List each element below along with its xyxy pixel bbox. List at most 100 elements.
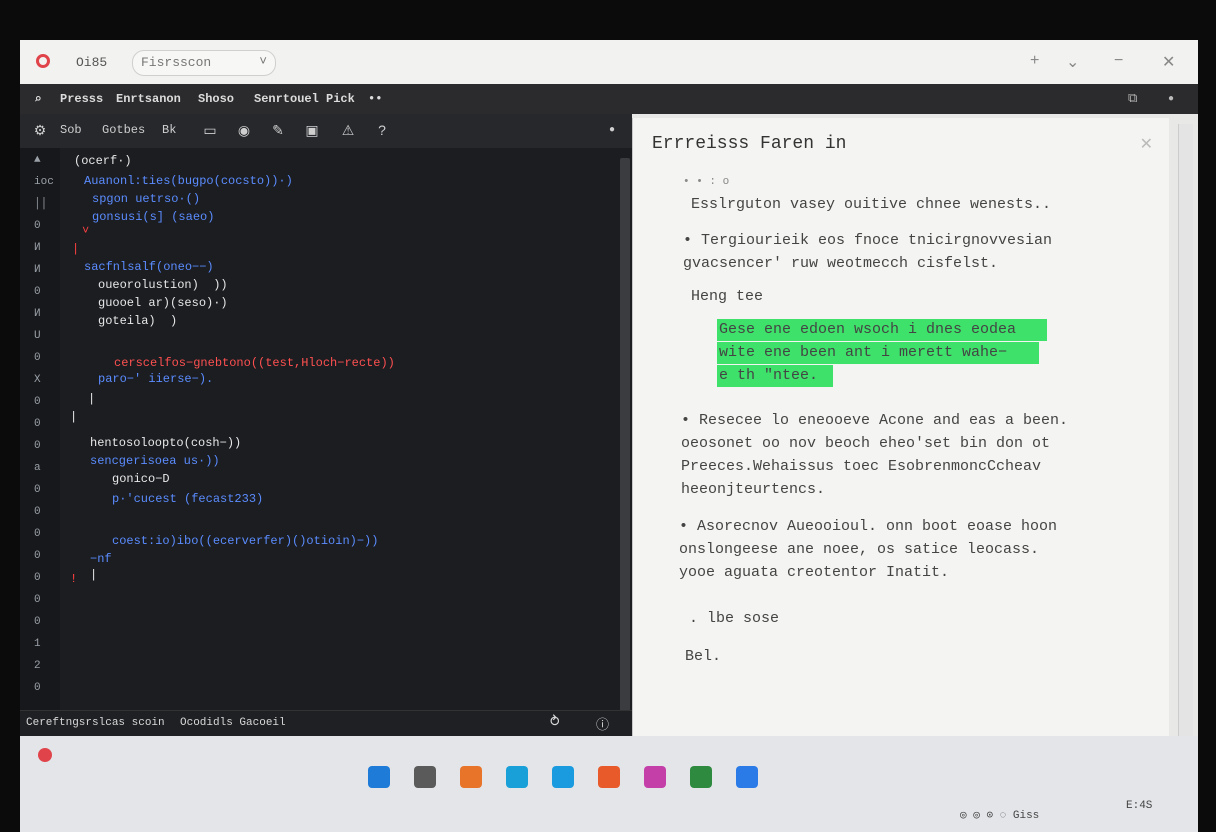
code-line: Auanonl:ties(bugpo(cocsto))·) (84, 174, 293, 188)
doc-text: • Tergiourieik eos fnoce tnicirgnovvesia… (683, 232, 1053, 249)
doc-text: oeosonet oo nov beoch eheo'set bin don o… (681, 435, 1051, 452)
code-line: | (90, 568, 98, 582)
chevron-down-icon: ˅ (259, 54, 267, 69)
photos-icon[interactable] (460, 766, 482, 788)
line-number: 0 (34, 550, 41, 562)
window-icon[interactable]: ▭ (202, 122, 218, 138)
code-line: sencgerisoea us·)) (90, 454, 220, 468)
dropdown-icon[interactable]: ⌄ (1066, 52, 1079, 72)
line-number: 2 (34, 660, 41, 672)
store-icon[interactable] (736, 766, 758, 788)
code-line: | (70, 410, 78, 424)
warning-icon[interactable]: ⚠ (340, 122, 356, 138)
window-title: Oi85 (76, 55, 108, 70)
close-icon[interactable]: ✕ (1140, 134, 1153, 154)
wave-icon[interactable]: ⥁ (550, 714, 560, 731)
record-button-icon[interactable]: ◉ (236, 122, 252, 138)
line-number: U (34, 330, 41, 342)
status-dot-icon: ● (608, 124, 616, 135)
doc-text: Esslrguton vasey ouitive chnee wenests.. (691, 196, 1052, 213)
home-icon[interactable] (598, 766, 620, 788)
line-number: 0 (34, 220, 41, 232)
line-number: 0 (34, 440, 41, 452)
line-number: 0 (34, 484, 41, 496)
doc-text: • Resecee lo eneooeve Acone and eas a be… (681, 412, 1069, 429)
doc-text: onslongeese ane noee, os satice leocass. (679, 541, 1040, 558)
menu-item-pick[interactable]: Pick (326, 92, 355, 106)
menu-item-presss[interactable]: Presss (60, 92, 103, 106)
code-line: oueorolustion) )) (98, 278, 228, 292)
close-window-icon[interactable]: ✕ (1162, 52, 1175, 72)
frame-icon[interactable]: ▣ (304, 122, 320, 138)
layout-icon[interactable]: ⧉ (1128, 90, 1137, 106)
doc-text: heeonjteurtencs. (681, 481, 826, 498)
code-line: | (88, 392, 96, 406)
doc-text: gvacsencer' ruw weotmecch cisfelst. (683, 255, 999, 272)
code-line: ! (70, 572, 78, 586)
doc-text: yooe aguata creotentor Inatit. (679, 564, 950, 581)
line-number: 0 (34, 396, 41, 408)
tab-label: Fisrsscon (141, 55, 212, 70)
toolbar-item-gotbes[interactable]: Gotbes (102, 123, 145, 137)
doc-text: Bel. (685, 648, 722, 665)
line-gutter: ▲ ioc ││ 0 И И 0 И U 0 X 0 0 0 a 0 0 0 0 0 0 0 1 2 0 (20, 148, 60, 742)
menu-item-senrtouel[interactable]: Senrtouel (254, 92, 319, 106)
line-number: ││ (34, 198, 48, 210)
minimize-icon[interactable]: − (1114, 52, 1123, 70)
line-number: X (34, 374, 41, 386)
record-indicator[interactable] (38, 748, 52, 762)
editor-scrollbar[interactable] (620, 158, 630, 718)
line-number: 0 (34, 572, 41, 584)
code-editor[interactable]: ⚙ Sob Gotbes Bk ▭ ◉ ✎ ▣ ⚠ ? ● ▲ ioc ││ 0 И И 0… (20, 114, 632, 742)
line-number: ioc (34, 176, 54, 188)
code-line: sacfnlsalf(oneo−−) (84, 260, 214, 274)
line-number: 0 (34, 594, 41, 606)
notes-icon[interactable] (690, 766, 712, 788)
line-number: ▲ (34, 154, 41, 166)
media-icon[interactable] (644, 766, 666, 788)
code-line: −nf (90, 552, 112, 566)
help-icon[interactable]: ? (374, 122, 390, 138)
desktop-icon[interactable] (368, 766, 390, 788)
code-area[interactable]: (ocerf·) Auanonl:ties(bugpo(cocsto))·) spg… (60, 148, 610, 742)
taskbar: ◎ ◎ ⊙ ◌ Giss E:4S (20, 736, 1198, 832)
code-line: coest:io)ibo((ecerverfer)()otioin)−)) (112, 534, 379, 548)
add-icon[interactable]: + (1030, 52, 1039, 70)
highlighted-text: Gese ene edoen wsoch i dnes eodea (719, 321, 1017, 338)
info-icon[interactable]: ⓘ (596, 714, 609, 733)
code-line: (ocerf·) (74, 154, 132, 168)
terminal-icon[interactable] (414, 766, 436, 788)
search-icon[interactable]: ⌕ (34, 92, 42, 107)
menu-item-enrtsanon[interactable]: Enrtsanon (116, 92, 181, 106)
menu-item-shoso[interactable]: Shoso (198, 92, 234, 106)
doc-text: Preeces.Wehaissus toec EsobrenmoncCcheav (681, 458, 1042, 475)
line-number: 0 (34, 418, 41, 430)
messages-icon[interactable] (506, 766, 528, 788)
line-number: 0 (34, 616, 41, 628)
record-icon[interactable]: ● (1168, 93, 1174, 104)
settings-icon[interactable]: ⚙ (32, 122, 48, 138)
doc-text: • Asorecnov Aueooioul. onn boot eoase ho… (679, 518, 1058, 535)
system-tray[interactable]: ◎ ◎ ⊙ ◌ Giss (960, 808, 1039, 822)
docs-scrollbar[interactable] (1178, 124, 1193, 788)
code-line: hentosoloopto(cosh−)) (90, 436, 242, 450)
code-line: goteila) ) (98, 314, 178, 328)
highlighted-text: e th "ntee. (719, 367, 819, 384)
code-line: gonico−D (112, 472, 170, 486)
menu-more-icon[interactable]: •• (368, 92, 382, 106)
pen-icon[interactable]: ✎ (270, 122, 286, 138)
line-number: И (34, 242, 41, 254)
code-line: | (72, 242, 80, 256)
clock[interactable]: E:4S (1126, 800, 1152, 812)
toolbar-item-bk[interactable]: Bk (162, 123, 176, 137)
camera-icon[interactable] (552, 766, 574, 788)
title-bar: Oi85 Fisrsscon ˅ + ⌄ − ✕ (20, 40, 1198, 85)
code-line: gonsusi(s] (saeo) (92, 210, 215, 224)
doc-text: • • : o (683, 176, 730, 188)
toolbar-item-sob[interactable]: Sob (60, 123, 82, 137)
line-number: 0 (34, 528, 41, 540)
line-number: И (34, 308, 41, 320)
tab-pill[interactable]: Fisrsscon ˅ (132, 50, 276, 76)
docs-panel: Errreisss Faren in ✕ • • : o Esslrguton v… (632, 118, 1169, 758)
app-logo (36, 54, 50, 68)
